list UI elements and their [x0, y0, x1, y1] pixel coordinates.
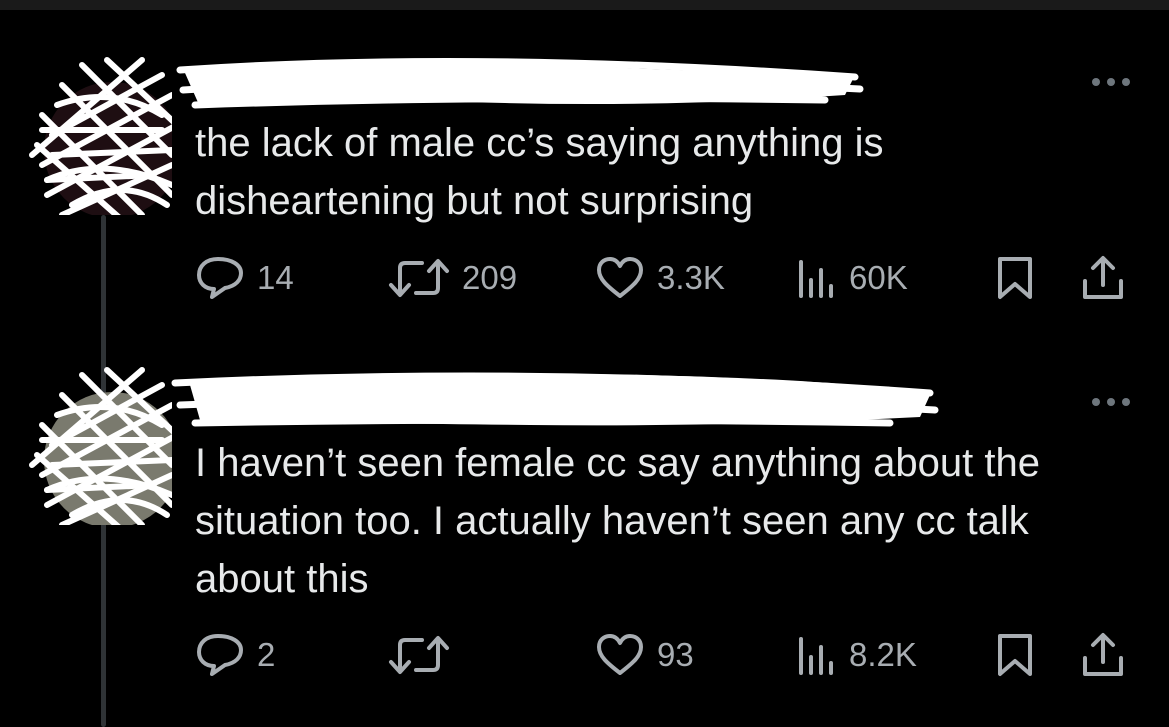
speech-bubble-icon	[197, 634, 243, 676]
share-button[interactable]	[1080, 253, 1126, 303]
tweet-text: I haven’t seen female cc say anything ab…	[195, 441, 1052, 601]
repost-arrows-icon	[389, 259, 449, 297]
like-button[interactable]: 93	[595, 630, 694, 680]
tweet-actions: 2 93 8.2K	[195, 630, 1140, 680]
view-count: 60K	[849, 259, 908, 296]
views-button[interactable]: 60K	[795, 253, 908, 303]
share-upload-icon	[1083, 256, 1123, 299]
more-dots-icon	[1092, 398, 1130, 406]
avatar-redacted[interactable]	[22, 365, 172, 525]
repost-arrows-icon	[389, 636, 449, 674]
repost-button[interactable]: 209	[388, 253, 517, 303]
repost-count: 209	[462, 259, 518, 296]
heart-icon	[597, 257, 643, 298]
speech-bubble-icon	[197, 257, 243, 299]
share-upload-icon	[1083, 633, 1123, 676]
bookmark-icon	[998, 634, 1032, 676]
name-redaction-scribble	[176, 58, 864, 109]
more-options-button[interactable]	[1086, 390, 1136, 414]
heart-icon	[597, 634, 643, 675]
like-button[interactable]: 3.3K	[595, 253, 725, 303]
reply-count: 2	[257, 636, 276, 673]
view-count: 8.2K	[849, 636, 917, 673]
like-count: 3.3K	[657, 259, 725, 296]
bookmark-button[interactable]	[995, 630, 1035, 680]
bookmark-icon	[998, 257, 1032, 299]
tweet-actions: 14 209 3.3K 60K	[195, 253, 1140, 303]
more-options-button[interactable]	[1086, 70, 1136, 94]
top-edge-bar	[0, 0, 1169, 10]
views-button[interactable]: 8.2K	[795, 630, 917, 680]
share-button[interactable]	[1080, 630, 1126, 680]
name-redaction-scribble	[171, 372, 939, 427]
repost-button[interactable]	[388, 630, 462, 680]
avatar-redacted[interactable]	[22, 55, 172, 215]
like-count: 93	[657, 636, 694, 673]
more-dots-icon	[1092, 78, 1130, 86]
reply-button[interactable]: 2	[195, 630, 275, 680]
bar-chart-icon	[799, 637, 833, 675]
reply-button[interactable]: 14	[195, 253, 294, 303]
bookmark-button[interactable]	[995, 253, 1035, 303]
reply-count: 14	[257, 259, 294, 296]
bar-chart-icon	[799, 260, 833, 298]
tweet-text: the lack of male cc’s saying anything is…	[195, 121, 895, 223]
